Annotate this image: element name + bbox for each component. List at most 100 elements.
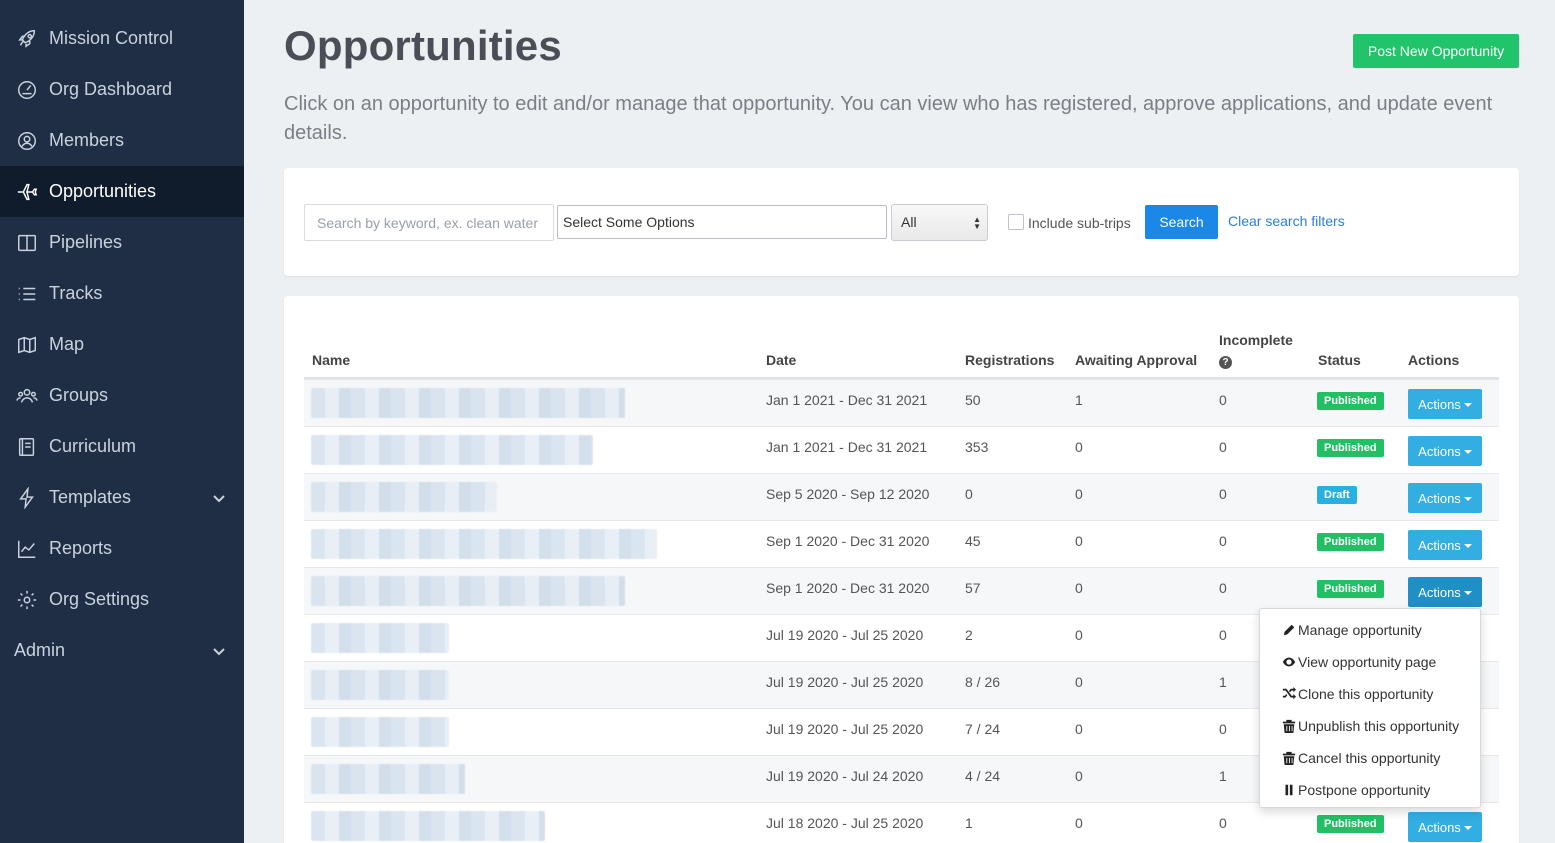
actions-button[interactable]: Actions <box>1408 530 1482 560</box>
cell-incomplete: 0 <box>1219 533 1227 549</box>
clear-search-filters-link[interactable]: Clear search filters <box>1228 213 1345 229</box>
actions-button-label: Actions <box>1418 819 1461 835</box>
status-select[interactable]: All ▲ ▼ <box>891 204 988 241</box>
map-icon <box>14 333 40 357</box>
plane-icon <box>14 180 40 204</box>
user-circle-icon <box>14 129 40 153</box>
actions-button[interactable]: Actions <box>1408 436 1482 466</box>
chevron-down-icon <box>212 643 226 664</box>
status-badge: Published <box>1317 815 1384 833</box>
cell-date: Sep 1 2020 - Dec 31 2020 <box>766 533 930 549</box>
menu-item-clone-opportunity[interactable]: Clone this opportunity <box>1280 683 1433 705</box>
sidebar-item-templates[interactable]: Templates <box>0 472 244 523</box>
sidebar-item-opportunities[interactable]: Opportunities <box>0 166 244 217</box>
menu-item-label: Cancel this opportunity <box>1298 750 1441 766</box>
cell-incomplete: 0 <box>1219 392 1227 408</box>
bolt-icon <box>14 486 40 510</box>
actions-button-label: Actions <box>1418 490 1461 506</box>
menu-item-cancel-opportunity[interactable]: Cancel this opportunity <box>1280 747 1440 769</box>
pause-icon <box>1280 783 1298 797</box>
gear-icon <box>14 588 40 612</box>
search-input[interactable] <box>304 204 554 241</box>
table-row[interactable]: Jan 1 2021 - Dec 31 2021 50 1 0 Publishe… <box>304 379 1499 426</box>
sidebar-item-label: Org Settings <box>49 589 150 609</box>
sidebar-item-label: Templates <box>49 487 132 507</box>
sidebar-item-members[interactable]: Members <box>0 115 244 166</box>
sidebar-item-mission-control[interactable]: Mission Control <box>0 13 244 64</box>
search-button[interactable]: Search <box>1145 205 1218 239</box>
sidebar-item-curriculum[interactable]: Curriculum <box>0 421 244 472</box>
status-badge: Draft <box>1317 486 1357 504</box>
cell-registrations: 1 <box>965 815 973 831</box>
table-row[interactable]: Jan 1 2021 - Dec 31 2021 353 0 0 Publish… <box>304 426 1499 473</box>
cell-awaiting-approval: 0 <box>1075 674 1083 690</box>
table-row[interactable]: Sep 1 2020 - Dec 31 2020 45 0 0 Publishe… <box>304 520 1499 567</box>
opportunity-name-redacted[interactable] <box>311 435 593 465</box>
post-new-opportunity-button[interactable]: Post New Opportunity <box>1353 34 1519 68</box>
sidebar-item-pipelines[interactable]: Pipelines <box>0 217 244 268</box>
menu-item-label: Manage opportunity <box>1298 622 1422 638</box>
caret-down-icon <box>1463 544 1472 549</box>
shuffle-icon <box>1280 687 1298 701</box>
menu-item-manage-opportunity[interactable]: Manage opportunity <box>1280 619 1422 641</box>
actions-button-label: Actions <box>1418 537 1461 553</box>
cell-awaiting-approval: 0 <box>1075 721 1083 737</box>
sidebar-item-map[interactable]: Map <box>0 319 244 370</box>
eye-icon <box>1280 655 1298 669</box>
menu-item-view-opportunity-page[interactable]: View opportunity page <box>1280 651 1436 673</box>
chart-line-icon <box>14 537 40 561</box>
menu-item-label: Clone this opportunity <box>1298 686 1434 702</box>
cell-incomplete: 0 <box>1219 486 1227 502</box>
actions-button-label: Actions <box>1418 396 1461 412</box>
cell-awaiting-approval: 0 <box>1075 580 1083 596</box>
opportunity-name-redacted[interactable] <box>311 576 625 606</box>
sidebar-item-reports[interactable]: Reports <box>0 523 244 574</box>
sidebar-item-label: Mission Control <box>49 28 174 48</box>
sidebar-item-org-dashboard[interactable]: Org Dashboard <box>0 64 244 115</box>
cell-date: Jul 19 2020 - Jul 25 2020 <box>766 627 924 643</box>
sidebar-item-tracks[interactable]: Tracks <box>0 268 244 319</box>
actions-button[interactable]: Actions <box>1408 389 1482 419</box>
page-description: Click on an opportunity to edit and/or m… <box>284 93 1493 144</box>
sidebar-item-label: Groups <box>49 385 109 405</box>
opportunity-name-redacted[interactable] <box>311 623 449 653</box>
table-row[interactable]: Sep 5 2020 - Sep 12 2020 0 0 0 Draft Act… <box>304 473 1499 520</box>
caret-down-icon <box>1463 497 1472 502</box>
opportunity-name-redacted[interactable] <box>311 529 657 559</box>
cell-awaiting-approval: 0 <box>1075 486 1083 502</box>
cell-registrations: 7 / 24 <box>965 721 1001 737</box>
sidebar-item-label: Curriculum <box>49 436 137 456</box>
table-row[interactable]: Jul 18 2020 - Jul 25 2020 1 0 0 Publishe… <box>304 802 1499 843</box>
opportunity-name-redacted[interactable] <box>311 764 465 794</box>
menu-item-unpublish-opportunity[interactable]: Unpublish this opportunity <box>1280 715 1459 737</box>
cell-incomplete: 1 <box>1219 768 1227 784</box>
cell-incomplete: 0 <box>1219 721 1227 737</box>
sidebar-item-admin[interactable]: Admin <box>0 625 244 676</box>
cell-registrations: 0 <box>965 486 973 502</box>
actions-button[interactable]: Actions <box>1408 577 1482 607</box>
cell-date: Jan 1 2021 - Dec 31 2021 <box>766 392 928 408</box>
status-badge: Published <box>1317 439 1384 457</box>
actions-button[interactable]: Actions <box>1408 812 1482 842</box>
column-header-date: Date <box>766 352 797 368</box>
sidebar-item-org-settings[interactable]: Org Settings <box>0 574 244 625</box>
pencil-icon <box>1280 623 1298 637</box>
column-header-registrations: Registrations <box>965 352 1055 368</box>
table-row[interactable]: Sep 1 2020 - Dec 31 2020 57 0 0 Publishe… <box>304 567 1499 614</box>
cell-registrations: 45 <box>965 533 981 549</box>
caret-down-icon <box>1463 450 1472 455</box>
question-circle-icon[interactable]: ? <box>1219 352 1232 369</box>
include-subtrips-checkbox[interactable] <box>1008 214 1024 230</box>
opportunity-name-redacted[interactable] <box>311 482 497 512</box>
menu-item-postpone-opportunity[interactable]: Postpone opportunity <box>1280 779 1430 801</box>
options-multi-select[interactable]: Select Some Options <box>557 205 887 239</box>
cell-registrations: 2 <box>965 627 973 643</box>
opportunity-name-redacted[interactable] <box>311 388 625 418</box>
rocket-icon <box>14 27 40 51</box>
cell-incomplete: 0 <box>1219 580 1227 596</box>
opportunity-name-redacted[interactable] <box>311 811 545 841</box>
sidebar-item-groups[interactable]: Groups <box>0 370 244 421</box>
opportunity-name-redacted[interactable] <box>311 670 449 700</box>
opportunity-name-redacted[interactable] <box>311 717 449 747</box>
actions-button[interactable]: Actions <box>1408 483 1482 513</box>
